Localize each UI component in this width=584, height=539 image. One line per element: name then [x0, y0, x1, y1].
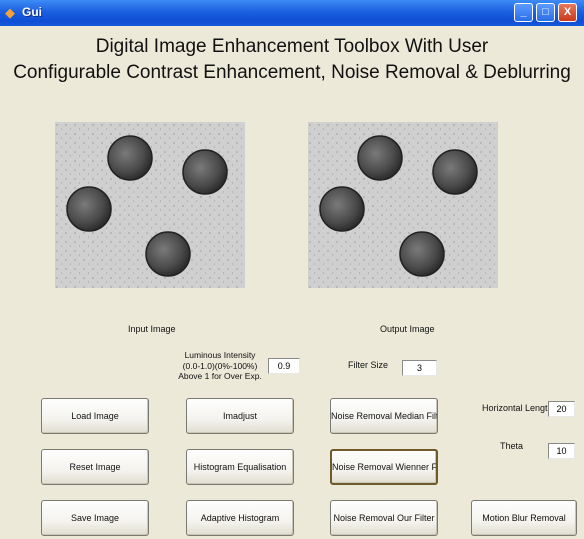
theta-label: Theta — [500, 441, 524, 451]
save-image-button[interactable]: Save Image — [41, 500, 149, 536]
maximize-button[interactable]: □ — [536, 3, 555, 22]
coin — [319, 186, 365, 232]
matlab-app-icon: ◆ — [5, 5, 15, 20]
theta-input[interactable]: 10 — [548, 443, 575, 459]
noise-removal-our-filter-button[interactable]: Noise Removal Our Filter — [330, 500, 438, 536]
luminous-intensity-label: Luminous Intensity (0.0-1.0)(0%-100%) Ab… — [178, 350, 262, 381]
motion-blur-removal-button[interactable]: Motion Blur Removal — [471, 500, 577, 536]
input-image-canvas — [55, 122, 245, 288]
coin — [107, 135, 153, 181]
coin — [432, 149, 478, 195]
output-image-label: Output Image — [380, 324, 435, 334]
output-image — [308, 122, 498, 288]
horizontal-length-label: Horizontal Length — [482, 403, 553, 413]
horizontal-length-input[interactable]: 20 — [548, 401, 575, 417]
load-image-button[interactable]: Load Image — [41, 398, 149, 434]
noise-removal-median-filter-button[interactable]: Noise Removal Median Filter — [330, 398, 438, 434]
coin — [182, 149, 228, 195]
imadjust-button[interactable]: Imadjust — [186, 398, 294, 434]
reset-image-button[interactable]: Reset Image — [41, 449, 149, 485]
output-image-canvas — [308, 122, 498, 288]
coin — [357, 135, 403, 181]
headline-line-1: Digital Image Enhancement Toolbox With U… — [95, 36, 489, 57]
headline-line-2: Configurable Contrast Enhancement, Noise… — [13, 62, 571, 83]
coin — [399, 231, 445, 277]
title-bar: ◆ Gui _ □ X — [0, 0, 584, 26]
window-title: Gui — [22, 5, 42, 19]
histogram-equalisation-button[interactable]: Histogram Equalisation — [186, 449, 294, 485]
filter-size-input[interactable]: 3 — [402, 360, 437, 376]
input-image — [55, 122, 245, 288]
minimize-button[interactable]: _ — [514, 3, 533, 22]
input-image-label: Input Image — [128, 324, 176, 334]
filter-size-label: Filter Size — [348, 360, 389, 370]
close-button[interactable]: X — [558, 3, 577, 22]
coin — [66, 186, 112, 232]
luminous-intensity-input[interactable]: 0.9 — [268, 358, 300, 374]
coin — [145, 231, 191, 277]
noise-removal-wienner-filter-button[interactable]: Noise Removal Wienner Filter — [330, 449, 438, 485]
adaptive-histogram-button[interactable]: Adaptive Histogram — [186, 500, 294, 536]
